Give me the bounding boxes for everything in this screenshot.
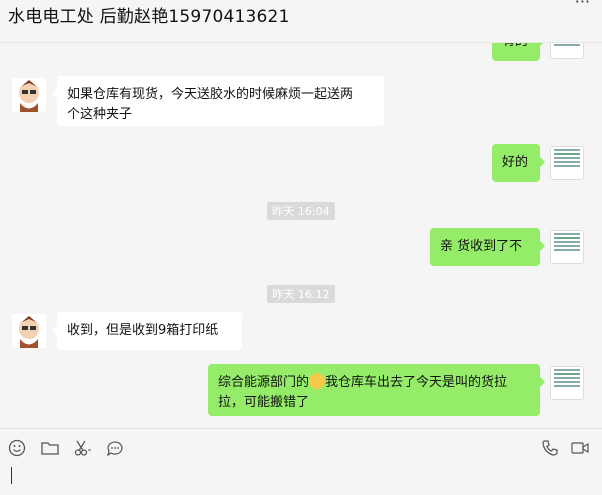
message-text-line: 综合能源部门的 我仓库车出去了今天是叫的货拉 (218, 373, 530, 393)
emoji-icon[interactable] (7, 438, 27, 458)
message-text: 亲 货收到了不 (440, 239, 523, 254)
grinning-emoji-icon (309, 373, 326, 389)
timestamp: 昨天 16:12 (0, 283, 602, 303)
cartoon-avatar-icon (12, 314, 46, 348)
message-bubble-outgoing[interactable]: 综合能源部门的 我仓库车出去了今天是叫的货拉 拉，可能搬错了 (208, 364, 545, 416)
ellipsis-icon[interactable]: ··· (575, 0, 590, 11)
message-bubble-incoming[interactable]: 收到，但是收到9箱打印纸 (52, 312, 242, 350)
chat-header: 水电电工处 后勤赵艳15970413621 ··· (0, 0, 602, 43)
my-avatar[interactable] (550, 43, 584, 59)
my-avatar[interactable] (550, 230, 584, 264)
my-avatar[interactable] (550, 366, 584, 400)
chat-title[interactable]: 水电电工处 后勤赵艳15970413621 (8, 2, 290, 27)
folder-icon[interactable] (40, 438, 60, 458)
timestamp: 昨天 16:04 (0, 200, 602, 220)
timestamp-text: 昨天 16:12 (267, 285, 335, 303)
message-text: 有的 (502, 43, 528, 49)
message-text: 综合能源部门的 (218, 375, 310, 390)
message-bubble-outgoing[interactable]: 好的 (492, 144, 545, 182)
message-text: 我仓库车出去了今天是叫的货拉 (325, 375, 508, 390)
document-thumbnail-icon (551, 43, 583, 46)
contact-avatar[interactable] (12, 78, 46, 112)
chat-bubble-icon[interactable] (105, 438, 125, 458)
phone-icon[interactable] (540, 438, 560, 458)
document-thumbnail-icon (551, 149, 583, 167)
scissors-icon[interactable] (72, 438, 92, 458)
message-list[interactable]: 有的 如果仓库有现货，今天送胶水的时候麻烦一起送两 个这种夹子 好的 (0, 43, 602, 428)
message-bubble-outgoing[interactable]: 亲 货收到了不 (430, 228, 545, 266)
message-text-line: 如果仓库有现货，今天送胶水的时候麻烦一起送两 (67, 87, 354, 102)
message-text-line: 个这种夹子 (67, 107, 133, 122)
my-avatar[interactable] (550, 146, 584, 180)
message-text: 好的 (502, 155, 529, 170)
contact-avatar[interactable] (12, 314, 46, 348)
message-text: 收到，但是收到9箱打印纸 (67, 323, 219, 338)
message-bubble-outgoing[interactable]: 有的 (492, 43, 545, 61)
message-bubble-incoming[interactable]: 如果仓库有现货，今天送胶水的时候麻烦一起送两 个这种夹子 (52, 76, 384, 126)
document-thumbnail-icon (551, 369, 583, 387)
document-thumbnail-icon (551, 233, 583, 251)
input-toolbar (0, 428, 602, 495)
video-icon[interactable] (570, 438, 590, 458)
message-text-line: 拉，可能搬错了 (218, 395, 310, 410)
timestamp-text: 昨天 16:04 (267, 202, 335, 220)
text-input-cursor[interactable] (11, 467, 12, 484)
cartoon-avatar-icon (12, 78, 46, 112)
